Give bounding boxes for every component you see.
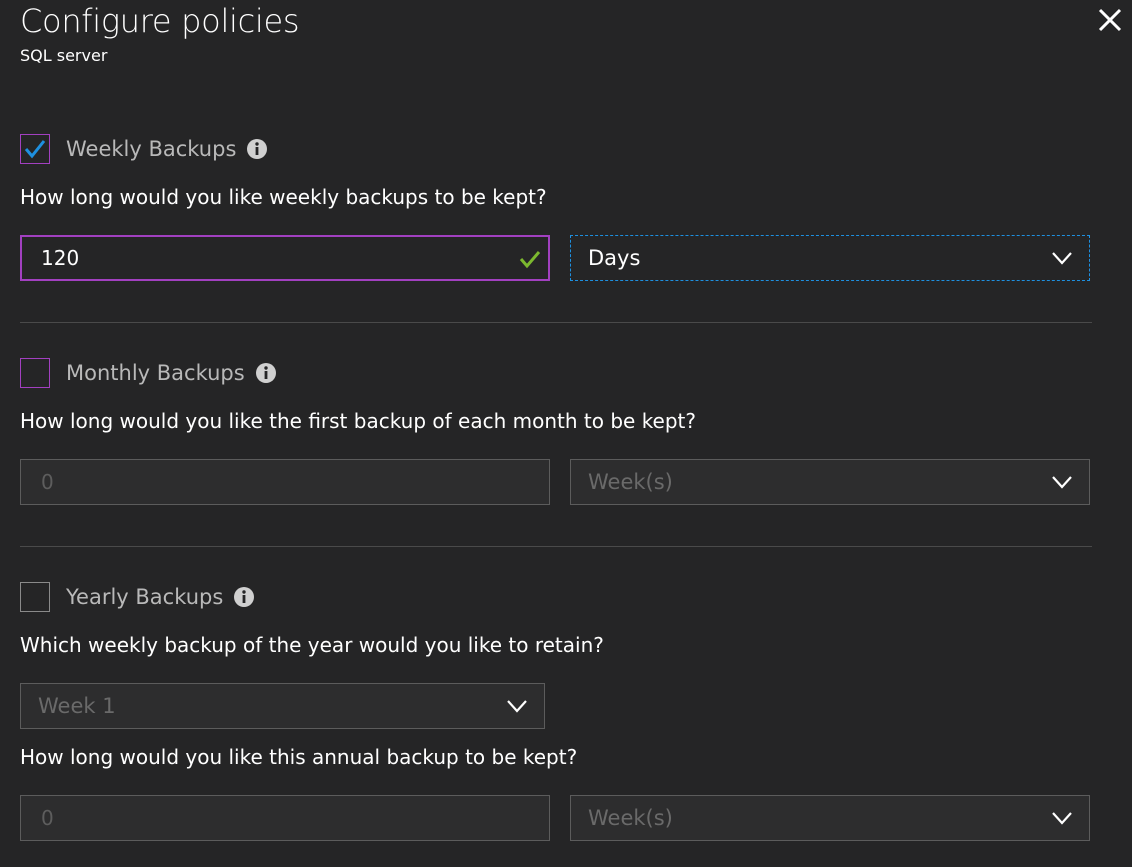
- weekly-retention-input[interactable]: 120: [20, 235, 550, 281]
- yearly-unit-dropdown[interactable]: Week(s): [570, 795, 1090, 841]
- yearly-retention-input[interactable]: 0: [20, 795, 550, 841]
- checkmark-icon: [24, 140, 46, 159]
- yearly-week-dropdown[interactable]: Week 1: [20, 683, 545, 729]
- weekly-question: How long would you like weekly backups t…: [20, 185, 547, 209]
- monthly-retention-input[interactable]: 0: [20, 459, 550, 505]
- weekly-backups-label: Weekly Backups: [66, 137, 237, 161]
- monthly-retention-value: 0: [41, 470, 54, 494]
- info-icon[interactable]: [255, 362, 277, 384]
- weekly-backups-row: Weekly Backups: [20, 132, 268, 166]
- yearly-backups-checkbox[interactable]: [20, 582, 50, 612]
- close-icon: [1098, 8, 1122, 32]
- weekly-unit-dropdown[interactable]: Days: [570, 235, 1090, 281]
- page-subtitle: SQL server: [20, 46, 108, 65]
- chevron-down-icon: [507, 700, 527, 713]
- close-button[interactable]: [1094, 4, 1126, 36]
- weekly-backups-checkbox[interactable]: [20, 134, 50, 164]
- section-divider: [20, 322, 1092, 323]
- chevron-down-icon: [1052, 252, 1072, 265]
- weekly-unit-value: Days: [588, 246, 641, 270]
- configure-policies-blade: Configure policies SQL server Weekly Bac…: [0, 0, 1132, 867]
- yearly-backups-row: Yearly Backups: [20, 580, 255, 614]
- monthly-question: How long would you like the first backup…: [20, 409, 697, 433]
- yearly-backups-label: Yearly Backups: [66, 585, 224, 609]
- monthly-unit-value: Week(s): [588, 470, 673, 494]
- yearly-retention-value: 0: [41, 806, 54, 830]
- monthly-unit-dropdown[interactable]: Week(s): [570, 459, 1090, 505]
- chevron-down-icon: [1052, 476, 1072, 489]
- monthly-backups-checkbox[interactable]: [20, 358, 50, 388]
- yearly-unit-value: Week(s): [588, 806, 673, 830]
- chevron-down-icon: [1052, 812, 1072, 825]
- page-title: Configure policies: [20, 2, 300, 40]
- info-icon[interactable]: [246, 138, 268, 160]
- yearly-week-question: Which weekly backup of the year would yo…: [20, 633, 604, 657]
- yearly-week-value: Week 1: [38, 694, 116, 718]
- valid-check-icon: [519, 251, 541, 269]
- section-divider: [20, 546, 1092, 547]
- yearly-question: How long would you like this annual back…: [20, 745, 578, 769]
- monthly-backups-row: Monthly Backups: [20, 356, 277, 390]
- weekly-retention-value: 120: [41, 246, 80, 270]
- monthly-backups-label: Monthly Backups: [66, 361, 245, 385]
- info-icon[interactable]: [233, 586, 255, 608]
